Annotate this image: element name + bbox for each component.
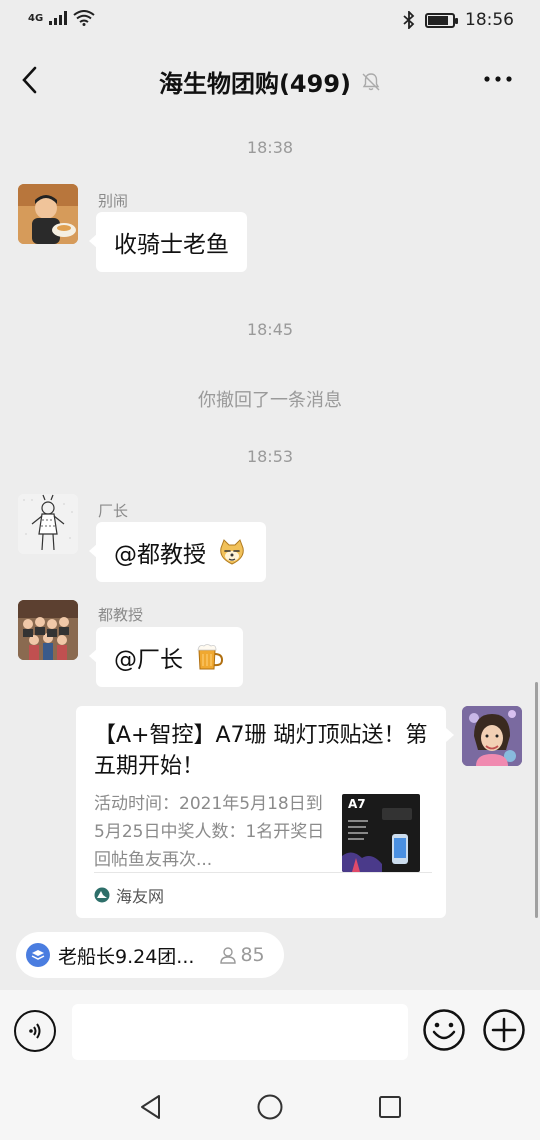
timestamp: 18:45 <box>246 320 294 339</box>
more-dots-icon <box>484 76 512 82</box>
timestamp: 18:53 <box>246 447 294 466</box>
input-bar <box>0 990 540 1072</box>
person-icon <box>220 947 237 964</box>
nav-recents-button[interactable] <box>375 1092 405 1122</box>
emoji-button[interactable] <box>422 1008 466 1052</box>
clock: 18:56 <box>465 10 514 30</box>
doge-emoji-icon <box>220 539 244 565</box>
participant-count: 85 <box>218 944 265 966</box>
card-source: 海友网 <box>94 872 432 907</box>
avatar[interactable] <box>18 494 78 554</box>
shared-link-card[interactable]: 【A+智控】A7珊 瑚灯顶贴送！第五期开始！ 活动时间：2021年5月18日到5… <box>76 706 454 918</box>
plus-icon <box>483 1009 525 1051</box>
message-bubble[interactable]: 收骑士老鱼 <box>89 212 247 272</box>
bluetooth-icon <box>403 11 415 29</box>
signal-icon <box>49 11 68 25</box>
sender-name: 别闹 <box>98 192 129 210</box>
message-bubble[interactable]: @都教授 <box>89 522 266 582</box>
avatar[interactable] <box>462 706 522 766</box>
message-list[interactable]: 18:38 别闹 收骑士老鱼 18:45 你撤回了一条消息 18:53 厂长 @… <box>0 116 540 918</box>
more-actions-button[interactable] <box>482 1008 526 1052</box>
square-recents-icon <box>379 1096 401 1118</box>
participant-count-value: 85 <box>240 944 265 966</box>
message-text: @都教授 <box>114 542 206 568</box>
chat-header: 海生物团购(499) <box>0 44 540 116</box>
card-source-label: 海友网 <box>116 887 165 906</box>
voice-icon <box>29 1023 41 1039</box>
network-label: 4G <box>28 12 44 24</box>
message-bubble[interactable]: @厂长 <box>89 627 243 687</box>
circle-home-icon <box>257 1094 283 1120</box>
status-bar: 4G 18:56 <box>0 0 540 44</box>
card-thumbnail: A7 <box>342 794 420 872</box>
triangle-back-icon <box>141 1095 160 1119</box>
message-text: 收骑士老鱼 <box>114 232 229 258</box>
system-nav-bar <box>0 1072 540 1140</box>
wifi-icon <box>73 10 95 26</box>
avatar[interactable] <box>18 184 78 244</box>
sender-name: 都教授 <box>98 606 144 624</box>
timestamp: 18:38 <box>246 138 294 157</box>
voice-input-button[interactable] <box>14 1010 56 1052</box>
avatar[interactable] <box>18 600 78 660</box>
nav-home-button[interactable] <box>255 1092 285 1122</box>
chat-title: 海生物团购(499) <box>158 70 352 98</box>
mute-bell-icon <box>362 72 380 90</box>
message-input[interactable] <box>72 1004 408 1060</box>
more-options-button[interactable] <box>478 64 518 94</box>
card-title: 【A+智控】A7珊 瑚灯顶贴送！第五期开始！ <box>94 723 428 779</box>
recall-notice: 你撤回了一条消息 <box>198 390 342 411</box>
battery-icon <box>425 12 458 28</box>
sender-name: 厂长 <box>98 502 129 520</box>
pinned-chip[interactable]: 老船长9.24团... 85 <box>16 932 284 978</box>
smiley-icon <box>423 1009 465 1051</box>
beer-emoji-icon <box>197 644 224 670</box>
message-text: @厂长 <box>114 647 183 673</box>
pinned-label: 老船长9.24团... <box>58 945 195 968</box>
scrollbar[interactable] <box>535 682 538 918</box>
nav-back-button[interactable] <box>136 1092 166 1122</box>
card-description: 活动时间：2021年5月18日到5月25日中奖人数：1名开奖日回帖鱼友再次... <box>94 794 325 870</box>
source-logo-icon <box>94 887 110 903</box>
stack-icon <box>26 943 50 967</box>
